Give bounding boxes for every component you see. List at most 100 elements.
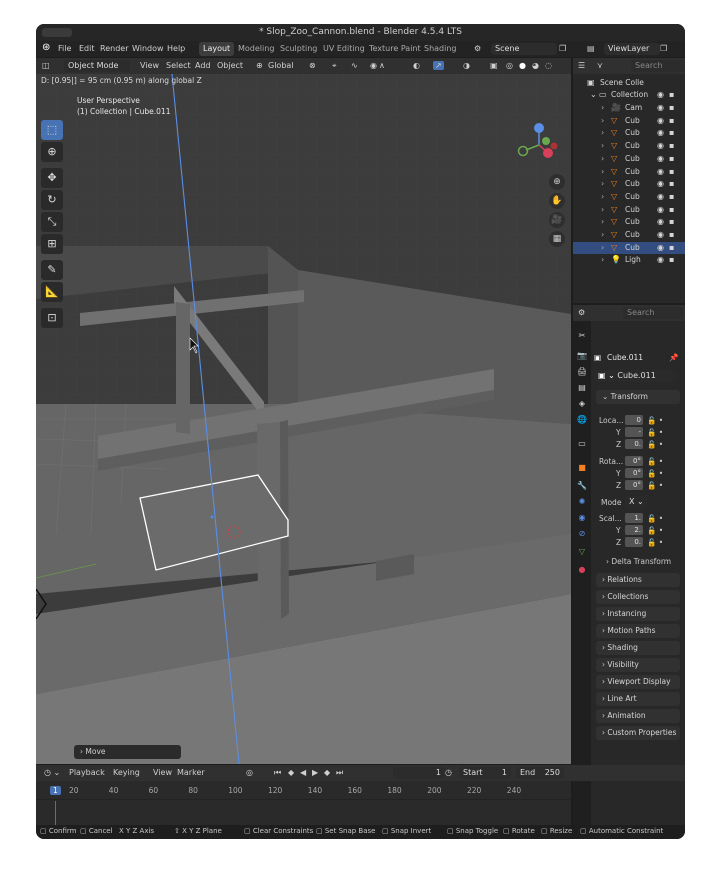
camera-render-icon[interactable]: ▪ xyxy=(669,229,674,242)
pin-icon[interactable]: 📌 xyxy=(669,353,678,362)
3d-viewport[interactable]: D: [0.95|] = 95 cm (0.95 m) along global… xyxy=(36,74,571,764)
view-layer-icon[interactable]: ▤ xyxy=(587,44,595,53)
end-frame-field[interactable]: End 250 xyxy=(516,767,564,779)
menu-edit[interactable]: Edit xyxy=(79,44,95,53)
render-tab-icon[interactable]: 📷 xyxy=(577,351,587,361)
outliner-item[interactable]: › ▽ Cub ◉ ▪ xyxy=(573,166,685,179)
jump-end-icon[interactable]: ⏭ xyxy=(336,768,343,778)
camera-render-icon[interactable]: ▪ xyxy=(669,153,674,166)
chevron-right-icon[interactable]: › xyxy=(601,178,604,191)
outliner-item[interactable]: › ▽ Cub ◉ ▪ xyxy=(573,153,685,166)
menu-keying[interactable]: Keying xyxy=(113,768,140,777)
outliner-item[interactable]: › 💡 Ligh ◉ ▪ xyxy=(573,254,685,267)
panel-instancing[interactable]: › Instancing xyxy=(596,607,680,621)
pivot-icon[interactable]: ⊗ xyxy=(309,61,316,70)
annotate-tool[interactable]: ✎ xyxy=(41,260,63,280)
menu-object[interactable]: Object xyxy=(217,61,243,70)
play-reverse-icon[interactable]: ◀ xyxy=(300,768,306,777)
outliner-search[interactable]: Search xyxy=(631,60,685,72)
lock-icon[interactable]: 🔓 • xyxy=(647,469,663,478)
rotation-mode-select[interactable]: X ⌄ xyxy=(625,496,647,508)
eye-icon[interactable]: ◉ xyxy=(657,229,664,242)
menu-marker[interactable]: Marker xyxy=(177,768,205,777)
solid-shading-icon[interactable]: ● xyxy=(519,61,526,70)
material-shading-icon[interactable]: ◕ xyxy=(532,61,539,70)
panel-line-art[interactable]: › Line Art xyxy=(596,692,680,706)
lock-icon[interactable]: 🔓 • xyxy=(647,428,663,437)
current-frame-field[interactable]: 1 xyxy=(393,767,445,779)
eye-icon[interactable]: ◉ xyxy=(657,127,664,140)
chevron-right-icon[interactable]: › xyxy=(601,216,604,229)
panel-relations[interactable]: › Relations xyxy=(596,573,680,587)
lock-icon[interactable]: 🔓 • xyxy=(647,440,663,449)
lock-icon[interactable]: 🔓 • xyxy=(647,514,663,523)
physics-tab-icon[interactable]: ◉ xyxy=(577,513,587,523)
camera-view-icon[interactable]: 🎥 xyxy=(549,212,565,228)
window-controls[interactable] xyxy=(42,28,72,37)
zoom-icon[interactable]: ⊕ xyxy=(549,174,565,190)
outliner-item[interactable]: › ▽ Cub ◉ ▪ xyxy=(573,127,685,140)
play-icon[interactable]: ▶ xyxy=(312,768,318,777)
outliner-item[interactable]: › ▽ Cub ◉ ▪ xyxy=(573,216,685,229)
outliner-item[interactable]: › ▽ Cub ◉ ▪ xyxy=(573,140,685,153)
visibility-icon[interactable]: ◐ xyxy=(413,61,420,70)
proportional-icon[interactable]: ◉ xyxy=(370,61,377,70)
material-tab-icon[interactable]: ● xyxy=(577,565,587,575)
view-layer-selector[interactable]: ViewLayer xyxy=(604,43,660,55)
select-box-tool[interactable]: ⬚ xyxy=(41,120,63,140)
scene-icon[interactable]: ⚙ xyxy=(474,44,481,53)
start-frame-field[interactable]: Start 1 xyxy=(459,767,511,779)
camera-render-icon[interactable]: ▪ xyxy=(669,102,674,115)
eye-icon[interactable]: ◉ xyxy=(657,102,664,115)
modifier-tab-icon[interactable]: 🔧 xyxy=(577,481,587,491)
add-cube-tool[interactable]: ⊡ xyxy=(41,308,63,328)
menu-playback[interactable]: Playback xyxy=(69,768,105,777)
chevron-right-icon[interactable]: › xyxy=(601,153,604,166)
menu-render[interactable]: Render xyxy=(100,44,128,53)
eye-icon[interactable]: ◉ xyxy=(657,178,664,191)
view-layer-tab-icon[interactable]: ▤ xyxy=(577,383,587,393)
falloff-icon[interactable]: ∧ xyxy=(379,61,385,70)
particles-tab-icon[interactable]: ✺ xyxy=(577,497,587,507)
panel-viewport-display[interactable]: › Viewport Display xyxy=(596,675,680,689)
camera-render-icon[interactable]: ▪ xyxy=(669,204,674,217)
camera-render-icon[interactable]: ▪ xyxy=(669,127,674,140)
snap-target-icon[interactable]: ∿ xyxy=(351,61,358,70)
timeline-editor-icon[interactable]: ◷ ⌄ xyxy=(44,768,60,777)
eye-icon[interactable]: ◉ xyxy=(657,115,664,128)
camera-render-icon[interactable]: ▪ xyxy=(669,191,674,204)
menu-window[interactable]: Window xyxy=(132,44,164,53)
camera-render-icon[interactable]: ▪ xyxy=(669,216,674,229)
lock-icon[interactable]: 🔓 • xyxy=(647,526,663,535)
measure-tool[interactable]: 📐 xyxy=(41,282,63,302)
ortho-grid-icon[interactable]: ▦ xyxy=(549,231,565,247)
menu-view[interactable]: View xyxy=(140,61,159,70)
transform-tool[interactable]: ⊞ xyxy=(41,234,63,254)
current-frame-marker[interactable]: 1 xyxy=(50,786,61,795)
pan-hand-icon[interactable]: ✋ xyxy=(549,193,565,209)
rotate-tool[interactable]: ↻ xyxy=(41,190,63,210)
rotation-z[interactable]: 0° xyxy=(625,480,643,490)
tab-sculpting[interactable]: Sculpting xyxy=(276,42,321,56)
snap-icon[interactable]: ⌖ xyxy=(332,61,337,71)
chevron-right-icon[interactable]: › xyxy=(601,115,604,128)
lock-icon[interactable]: 🔓 • xyxy=(647,538,663,547)
object-name-field[interactable]: ▣ ⌄ Cube.011 xyxy=(594,370,676,382)
copy-layer-icon[interactable]: ❐ xyxy=(660,44,667,53)
outliner-item[interactable]: › ▽ Cub ◉ ▪ xyxy=(573,191,685,204)
eye-icon[interactable]: ◉ xyxy=(657,153,664,166)
eye-icon[interactable]: ◉ xyxy=(657,166,664,179)
menu-add[interactable]: Add xyxy=(195,61,211,70)
location-z[interactable]: 0. xyxy=(625,439,643,449)
object-tab-icon[interactable]: ■ xyxy=(577,463,587,473)
chevron-down-icon[interactable]: ⌄ xyxy=(590,89,597,102)
move-operator-panel[interactable]: › Move xyxy=(74,745,181,759)
lock-icon[interactable]: 🔓 • xyxy=(647,457,663,466)
eye-icon[interactable]: ◉ xyxy=(657,216,664,229)
scale-z[interactable]: 0. xyxy=(625,537,643,547)
mode-selector[interactable]: Object Mode xyxy=(64,60,130,72)
rotation-x[interactable]: 0° xyxy=(625,456,643,466)
clock-icon[interactable]: ◷ xyxy=(445,768,452,777)
properties-search[interactable]: Search xyxy=(623,307,683,319)
next-keyframe-icon[interactable]: ◆ xyxy=(324,768,330,777)
